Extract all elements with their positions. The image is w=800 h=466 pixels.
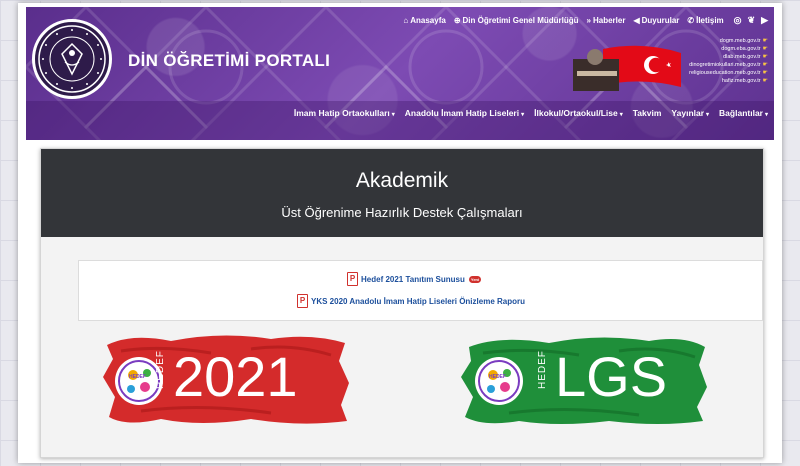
ministry-seal-icon	[38, 25, 106, 93]
browser-frame: DİN ÖĞRETİMİ PORTALI ⌂ Anasayfa ⊕ Din Öğre…	[18, 3, 782, 463]
hedef-lgs-banner[interactable]: HEDEF HEDEF LGS	[459, 331, 709, 427]
nav-directorate-label: Din Öğretimi Genel Müdürlüğü	[462, 16, 579, 25]
chevron-down-icon: ▾	[764, 112, 768, 118]
menu-yayinlar[interactable]: Yayınlar ▾	[671, 108, 709, 118]
portal-title[interactable]: DİN ÖĞRETİMİ PORTALI	[128, 51, 330, 71]
external-link[interactable]: religiouseducation.meb.gov.tr ☛	[689, 69, 768, 77]
youtube-icon[interactable]: ▶	[761, 15, 768, 26]
chevron-down-icon: ▾	[391, 112, 395, 118]
pointer-hand-icon: ☛	[762, 78, 768, 84]
document-link-hedef-2021[interactable]: P Hedef 2021 Tanıtım Sunusu Yeni	[347, 272, 482, 286]
banner-small-text: HEDEF	[155, 350, 166, 389]
nav-contact-label: İletişim	[696, 16, 724, 25]
document-link-yks-2020[interactable]: P YKS 2020 Anadolu İmam Hatip Liseleri Ö…	[297, 294, 525, 308]
external-links: dogm.meb.gov.tr ☛ dogm.eba.gov.tr ☛ dlab.m…	[689, 37, 768, 85]
banner-big-text: LGS	[555, 345, 668, 408]
menu-ilkokul-ortaokul-lise[interactable]: İlkokul/Ortaokul/Lise ▾	[534, 108, 623, 118]
top-navigation: ⌂ Anasayfa ⊕ Din Öğretimi Genel Müdürlüğü …	[403, 15, 768, 26]
nav-announcements[interactable]: ◀ Duyurular	[633, 16, 679, 25]
main-navigation: İmam Hatip Ortaokulları ▾ Anadolu İmam Ha…	[294, 108, 768, 118]
nav-directorate[interactable]: ⊕ Din Öğretimi Genel Müdürlüğü	[454, 16, 579, 25]
page-title: Akademik	[355, 169, 449, 192]
menu-takvim[interactable]: Takvim	[633, 108, 662, 118]
phone-icon: ✆	[687, 16, 695, 25]
nav-news[interactable]: » Haberler	[587, 16, 626, 25]
twitter-icon[interactable]: ❦	[748, 15, 756, 26]
external-link[interactable]: dogm.eba.gov.tr ☛	[721, 45, 768, 53]
panel-header: Akademik Üst Öğrenime Hazırlık Destek Ça…	[41, 149, 763, 237]
menu-imam-hatip-ortaokullari[interactable]: İmam Hatip Ortaokulları ▾	[294, 108, 395, 118]
ministry-logo[interactable]	[32, 19, 112, 99]
pointer-hand-icon: ☛	[762, 38, 768, 44]
banner-small-text: HEDEF	[537, 350, 548, 389]
pointer-hand-icon: ☛	[762, 54, 768, 60]
megaphone-icon: ◀	[633, 16, 640, 25]
menu-anadolu-imam-hatip-liseleri[interactable]: Anadolu İmam Hatip Liseleri ▾	[405, 108, 524, 118]
external-link[interactable]: dinogretimiokullari.meb.gov.tr ☛	[689, 61, 768, 69]
hedef-2021-banner[interactable]: HEDEF HEDEF 2021	[101, 331, 351, 427]
globe-icon: ⊕	[453, 16, 461, 25]
social-links: ◎ ❦ ▶	[734, 15, 768, 26]
home-icon: ⌂	[403, 16, 409, 25]
site-header: DİN ÖĞRETİMİ PORTALI ⌂ Anasayfa ⊕ Din Öğre…	[26, 7, 774, 140]
instagram-icon[interactable]: ◎	[734, 15, 742, 26]
chevron-down-icon: ▾	[521, 112, 525, 118]
nav-home[interactable]: ⌂ Anasayfa	[403, 16, 445, 25]
banner-logo-text: HEDEF	[129, 374, 146, 380]
nav-announcements-label: Duyurular	[641, 16, 680, 25]
banner-big-text: 2021	[173, 345, 298, 408]
external-link[interactable]: dogm.meb.gov.tr ☛	[720, 37, 768, 45]
external-link[interactable]: dlab.meb.gov.tr ☛	[723, 53, 768, 61]
nav-home-label: Anasayfa	[410, 16, 446, 25]
pdf-icon: P	[347, 272, 358, 286]
chevron-down-icon: ▾	[706, 112, 710, 118]
flag-portrait-image	[573, 45, 681, 91]
nav-news-label: Haberler	[592, 16, 626, 25]
pointer-hand-icon: ☛	[762, 70, 768, 76]
pdf-icon: P	[297, 294, 308, 308]
chevron-down-icon: ▾	[619, 112, 623, 118]
documents-box: P Hedef 2021 Tanıtım Sunusu Yeni P YKS 2…	[78, 260, 763, 321]
menu-baglantilar[interactable]: Bağlantılar ▾	[719, 108, 768, 118]
nav-contact[interactable]: ✆ İletişim	[687, 16, 723, 25]
page-subtitle: Üst Öğrenime Hazırlık Destek Çalışmaları	[281, 205, 523, 220]
pointer-hand-icon: ☛	[762, 46, 768, 52]
banner-logo-text: HEDEF	[489, 374, 506, 380]
academic-panel: Akademik Üst Öğrenime Hazırlık Destek Ça…	[40, 148, 764, 458]
external-link[interactable]: hafiz.meb.gov.tr ☛	[722, 77, 768, 85]
pointer-hand-icon: ☛	[762, 62, 768, 68]
rss-icon: »	[586, 16, 591, 25]
new-badge: Yeni	[468, 275, 482, 283]
